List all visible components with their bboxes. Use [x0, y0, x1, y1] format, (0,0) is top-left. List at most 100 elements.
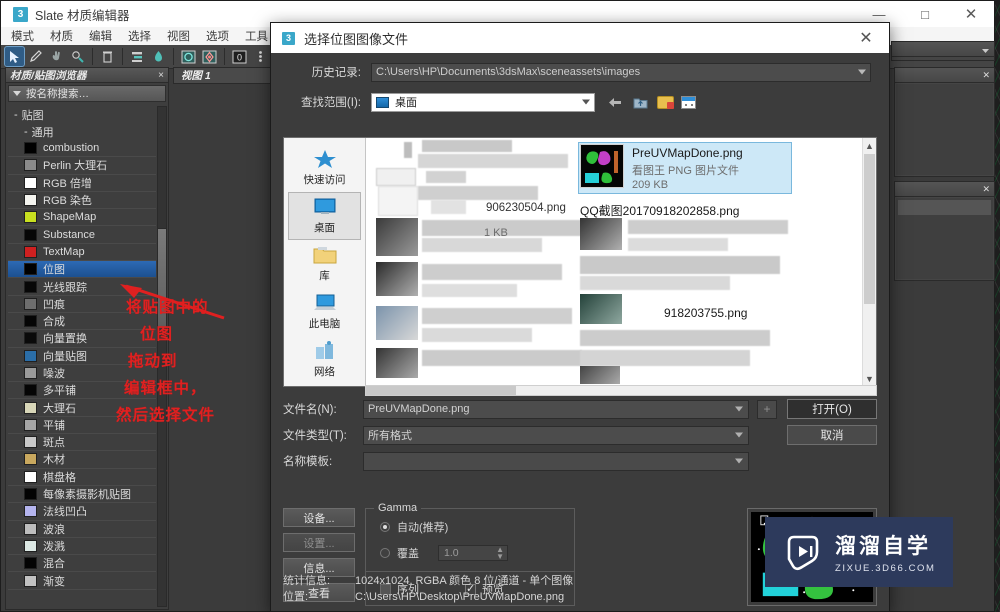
place-quick-access[interactable]: 快速访问: [288, 144, 361, 192]
browser-item-19[interactable]: 棋盘格: [8, 469, 156, 486]
browser-item-3[interactable]: RGB 染色: [8, 192, 156, 210]
place-this-pc[interactable]: 此电脑: [288, 288, 361, 336]
list-item[interactable]: 918203755.png: [664, 304, 747, 320]
map-swatch-icon: [24, 522, 37, 535]
menu-item-mode[interactable]: 模式: [11, 28, 34, 44]
file-list[interactable]: 906230504.png 1 KB PreUVMapDone.png 看图王 …: [366, 138, 876, 386]
list-item-selected[interactable]: PreUVMapDone.png 看图王 PNG 图片文件 209 KB: [580, 144, 743, 191]
gamma-auto-radio[interactable]: 自动(推荐): [380, 519, 574, 535]
browser-scrollbar-thumb[interactable]: [157, 228, 167, 328]
viewport-tab-active[interactable]: 视图 1: [173, 67, 283, 84]
render-map-icon[interactable]: [149, 47, 168, 66]
lookin-dropdown[interactable]: 桌面: [371, 92, 595, 112]
view-mode-icon[interactable]: [681, 95, 696, 109]
browser-item-9[interactable]: 凹痕: [8, 296, 156, 313]
filetype-dropdown[interactable]: 所有格式: [363, 425, 749, 445]
file-list-hscrollbar-thumb[interactable]: [366, 386, 516, 395]
new-folder-icon[interactable]: [657, 95, 674, 109]
dialog-close-icon[interactable]: ✕: [843, 23, 889, 53]
browser-item-18[interactable]: 木材: [8, 451, 156, 469]
place-library[interactable]: 库: [288, 240, 361, 288]
tree-group-maps[interactable]: - 贴图: [8, 106, 156, 123]
browser-tree-list[interactable]: - 贴图 - 通用 combustion Perlin 大理石 RGB 倍增 RGB …: [8, 106, 156, 607]
show-shaded-icon[interactable]: [179, 47, 198, 66]
place-label: 网络: [314, 366, 335, 378]
delete-icon[interactable]: [98, 47, 117, 66]
menu-item-options[interactable]: 选项: [206, 28, 229, 44]
browser-item-0[interactable]: combustion: [8, 140, 156, 158]
place-desktop[interactable]: 桌面: [288, 192, 361, 240]
open-button[interactable]: 打开(O): [787, 399, 877, 419]
cancel-button[interactable]: 取消: [787, 425, 877, 445]
scroll-down-icon[interactable]: ▼: [863, 371, 876, 386]
place-network[interactable]: 网络: [288, 336, 361, 384]
browser-item-15[interactable]: 大理石: [8, 399, 156, 417]
browser-scrollbar[interactable]: [157, 106, 167, 607]
browser-item-1[interactable]: Perlin 大理石: [8, 157, 156, 175]
file-list-scrollbar-thumb[interactable]: [864, 154, 875, 304]
assign-material-icon[interactable]: [68, 47, 87, 66]
dock-close-icon[interactable]: ✕: [982, 70, 990, 81]
browser-item-17[interactable]: 斑点: [8, 434, 156, 452]
menu-item-select[interactable]: 选择: [128, 28, 151, 44]
browser-item-8[interactable]: 光线跟踪: [8, 278, 156, 296]
dock-close-icon[interactable]: ✕: [982, 184, 990, 195]
browser-search-row[interactable]: 按名称搜索…: [8, 85, 166, 102]
browser-item-22[interactable]: 波浪: [8, 521, 156, 538]
history-dropdown[interactable]: C:\Users\HP\Documents\3dsMax\sceneassets…: [371, 62, 871, 82]
up-folder-icon[interactable]: [631, 94, 650, 111]
browser-item-10[interactable]: 合成: [8, 313, 156, 331]
browser-item-13[interactable]: 噪波: [8, 365, 156, 383]
browser-item-2[interactable]: RGB 倍增: [8, 175, 156, 192]
zero-icon[interactable]: 0: [230, 47, 249, 66]
add-button[interactable]: +: [757, 399, 777, 419]
dots-icon[interactable]: [251, 47, 270, 66]
browser-item-7[interactable]: 位图: [8, 261, 156, 279]
browser-item-21[interactable]: 法线凹凸: [8, 503, 156, 521]
gamma-override-radio[interactable]: 覆盖 1.0 ▲ ▼: [380, 545, 574, 561]
list-item[interactable]: 906230504.png: [486, 200, 566, 214]
browser-item-23[interactable]: 泼溅: [8, 538, 156, 556]
menu-item-material[interactable]: 材质: [50, 28, 73, 44]
browser-item-4[interactable]: ShapeMap: [8, 209, 156, 227]
browser-item-20[interactable]: 每像素摄影机贴图: [8, 486, 156, 504]
options-icon[interactable]: [200, 47, 219, 66]
browser-item-24[interactable]: 混合: [8, 555, 156, 573]
obscured-text: [426, 171, 466, 183]
file-list-hscrollbar[interactable]: [365, 385, 877, 396]
hand-icon[interactable]: [47, 47, 66, 66]
browser-item-12[interactable]: 向量贴图: [8, 348, 156, 365]
browser-item-6[interactable]: TextMap: [8, 244, 156, 262]
menu-item-view[interactable]: 视图: [167, 28, 190, 44]
browser-item-label: 多平铺: [43, 385, 76, 398]
browser-item-label: Substance: [43, 228, 95, 241]
nametemplate-dropdown[interactable]: [363, 451, 749, 471]
browser-item-25[interactable]: 渐变: [8, 572, 156, 590]
location-value: C:\Users\HP\Desktop\PreUVMapDone.png: [355, 591, 565, 603]
browser-close-icon[interactable]: ×: [158, 70, 164, 81]
file-size: 209 KB: [632, 179, 669, 191]
list-item[interactable]: QQ截图20170918202858.png: [580, 200, 739, 219]
select-arrow-icon[interactable]: [4, 46, 25, 67]
obscured-text: [431, 200, 466, 214]
gamma-override-input[interactable]: 1.0 ▲ ▼: [438, 545, 508, 561]
layout-icon[interactable]: [128, 47, 147, 66]
browser-item-16[interactable]: 平铺: [8, 417, 156, 435]
filename-input[interactable]: PreUVMapDone.png: [363, 399, 749, 419]
browser-item-label: RGB 倍增: [43, 177, 92, 190]
browser-item-14[interactable]: 多平铺: [8, 382, 156, 400]
file-list-scrollbar[interactable]: ▲ ▼: [862, 138, 876, 386]
menu-item-edit[interactable]: 编辑: [89, 28, 112, 44]
eyedropper-icon[interactable]: [26, 47, 45, 66]
menu-item-tools[interactable]: 工具: [245, 28, 268, 44]
tree-group-general[interactable]: - 通用: [8, 123, 156, 140]
browser-item-5[interactable]: Substance: [8, 226, 156, 244]
scroll-up-icon[interactable]: ▲: [863, 138, 876, 153]
back-arrow-icon[interactable]: [605, 94, 624, 111]
device-button[interactable]: 设备...: [283, 508, 355, 527]
maximize-icon[interactable]: □: [902, 1, 948, 27]
dock-panel-params-body: [896, 198, 993, 279]
close-icon[interactable]: ✕: [948, 1, 994, 27]
browser-item-11[interactable]: 向量置换: [8, 330, 156, 348]
spinner-icon[interactable]: ▲ ▼: [496, 546, 504, 561]
